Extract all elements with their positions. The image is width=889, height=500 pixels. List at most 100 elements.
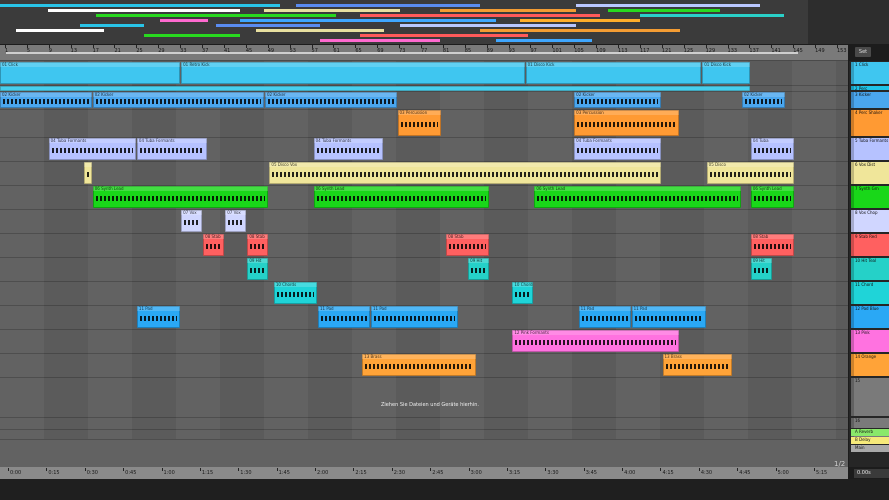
track-header[interactable]: 11 Chord (851, 282, 889, 304)
audio-clip[interactable]: 13 Brass (362, 354, 476, 376)
audio-clip[interactable]: 04 Tuba Formants (48, 138, 136, 160)
clip-title: 08 Stab (203, 234, 225, 239)
track-header[interactable]: 12 Pad Blue (851, 306, 889, 328)
track-header[interactable]: 4 Perc Shaker (851, 110, 889, 136)
track-lane[interactable] (0, 209, 848, 234)
audio-clip[interactable]: 08 Stab (750, 234, 794, 256)
audio-clip[interactable]: 05 Disco Vox (269, 162, 662, 184)
audio-clip[interactable]: 03 Percussion (397, 110, 441, 136)
audio-clip[interactable]: 02 Kicker (0, 92, 92, 108)
track-lane[interactable] (0, 377, 848, 418)
audio-clip[interactable]: 04 Tuba (750, 138, 794, 160)
loop-brace[interactable] (6, 52, 798, 54)
audio-clip[interactable]: 08 Stab (446, 234, 490, 256)
return-track-header[interactable]: B Delay (851, 437, 889, 444)
grid-stripe (836, 417, 848, 429)
track-lane[interactable] (0, 429, 848, 440)
return-track-header[interactable]: Main (851, 445, 889, 452)
return-track-name: B Delay (855, 437, 871, 442)
audio-clip[interactable]: 13 Brass (662, 354, 733, 376)
audio-clip[interactable] (83, 162, 92, 184)
overview-clip-bar (400, 24, 576, 27)
grid-stripe (44, 209, 88, 233)
clip-waveform (86, 172, 89, 178)
clip-waveform (753, 244, 791, 250)
track-lane[interactable] (0, 233, 848, 258)
track-header[interactable]: 14 Orange (851, 354, 889, 376)
audio-clip[interactable]: 11 Pad (371, 306, 459, 328)
track-lane[interactable] (0, 329, 848, 354)
track-lane[interactable] (0, 281, 848, 306)
track-header[interactable]: 15 (851, 378, 889, 416)
grid-stripe (748, 429, 792, 439)
audio-clip[interactable]: 01 Click (0, 62, 181, 84)
grid-stripe (660, 233, 704, 257)
audio-clip[interactable]: 04 Tuba Formants (136, 138, 207, 160)
audio-clip[interactable]: 07 Vox (225, 210, 247, 232)
time-ruler[interactable]: 0:00 0:15 0:30 0:45 1:00 1:15 1:30 1:45 2:00 2:15… (0, 467, 848, 479)
track-lane[interactable] (0, 257, 848, 282)
grid-stripe (748, 417, 792, 429)
audio-clip[interactable]: 07 Vox (181, 210, 203, 232)
audio-clip[interactable]: 02 Kicker (742, 92, 786, 108)
track-header[interactable]: 16 (851, 418, 889, 428)
track-header[interactable]: 3 Kicker (851, 92, 889, 108)
track-color-swatch (851, 306, 854, 328)
audio-clip[interactable]: 04 Tuba Formants (313, 138, 384, 160)
audio-clip[interactable]: 10 Chords (512, 282, 534, 304)
audio-clip[interactable]: 11 Pad (136, 306, 181, 328)
track-header[interactable]: 2 Perc (851, 86, 889, 90)
audio-clip[interactable]: 10 Chords (273, 282, 317, 304)
track-header[interactable]: 13 Pink (851, 330, 889, 352)
clip-title: 06 Synth Lead (750, 186, 794, 191)
time-tick-label: 0:00 (7, 468, 22, 476)
audio-clip[interactable]: 09 Hit (750, 258, 772, 280)
return-track-header[interactable]: A Reverb (851, 429, 889, 436)
tempo-display[interactable]: 0.00s (854, 469, 889, 478)
audio-clip[interactable]: 04 Tuba Formants (574, 138, 662, 160)
audio-clip[interactable]: 05 Disco (706, 162, 794, 184)
audio-clip[interactable]: 09 Hit (247, 258, 269, 280)
grid-stripe (572, 417, 616, 429)
audio-clip[interactable]: 02 Kicker (574, 92, 662, 108)
audio-clip[interactable]: 03 Percussion (574, 110, 680, 136)
track-header[interactable]: 1 Click (851, 62, 889, 84)
audio-clip[interactable]: 02 Kicker (92, 92, 264, 108)
grid-stripe (220, 305, 264, 329)
audio-clip[interactable]: 06 Synth Lead (313, 186, 490, 208)
track-header[interactable]: 5 Tuba Formants (851, 138, 889, 160)
audio-clip[interactable]: 11 Pad (631, 306, 706, 328)
audio-clip[interactable]: 11 Pad (318, 306, 370, 328)
arrangement-overview[interactable] (0, 0, 808, 44)
track-headers-panel: 1 Click 2 Perc 3 Kicker 4 Perc Shaker 5 Tuba… (849, 61, 889, 467)
set-locator-button[interactable]: Set (855, 47, 871, 57)
track-header[interactable]: 6 Vox Dist (851, 162, 889, 184)
grid-stripe (836, 233, 848, 257)
track-header[interactable]: 8 Vox Chop (851, 210, 889, 232)
audio-clip[interactable]: 08 Stab (247, 234, 269, 256)
audio-clip[interactable]: 09 Hit (468, 258, 490, 280)
audio-clip[interactable]: 12 Pink Formants (512, 330, 680, 352)
audio-clip[interactable]: 06 Synth Lead (534, 186, 741, 208)
time-tick-label: 4:30 (698, 468, 713, 476)
track-header[interactable]: 10 Hit Teal (851, 258, 889, 280)
clip-title: 11 Pad (578, 306, 631, 311)
grid-stripe (308, 377, 352, 417)
grid-stripe (836, 91, 848, 109)
audio-clip[interactable]: 01 Disco Kick (525, 62, 702, 84)
audio-clip[interactable]: 06 Synth Lead (750, 186, 794, 208)
grid-stripe (132, 233, 176, 257)
track-header[interactable]: 7 Synth Grn (851, 186, 889, 208)
track-name: 3 Kicker (855, 92, 872, 97)
audio-clip[interactable]: 11 Pad (578, 306, 631, 328)
audio-clip[interactable]: 01 Retro Kick (181, 62, 525, 84)
audio-clip[interactable]: 02 Kicker (265, 92, 397, 108)
grid-stripe (484, 377, 528, 417)
return-track-name: A Reverb (855, 429, 874, 434)
time-tick-label: 0:45 (123, 468, 137, 476)
audio-clip[interactable]: 06 Synth Lead (92, 186, 269, 208)
audio-clip[interactable]: 08 Stab (203, 234, 225, 256)
audio-clip[interactable]: 01 Disco Kick (702, 62, 750, 84)
track-header[interactable]: 9 Stab Red (851, 234, 889, 256)
clip-waveform (365, 364, 473, 370)
